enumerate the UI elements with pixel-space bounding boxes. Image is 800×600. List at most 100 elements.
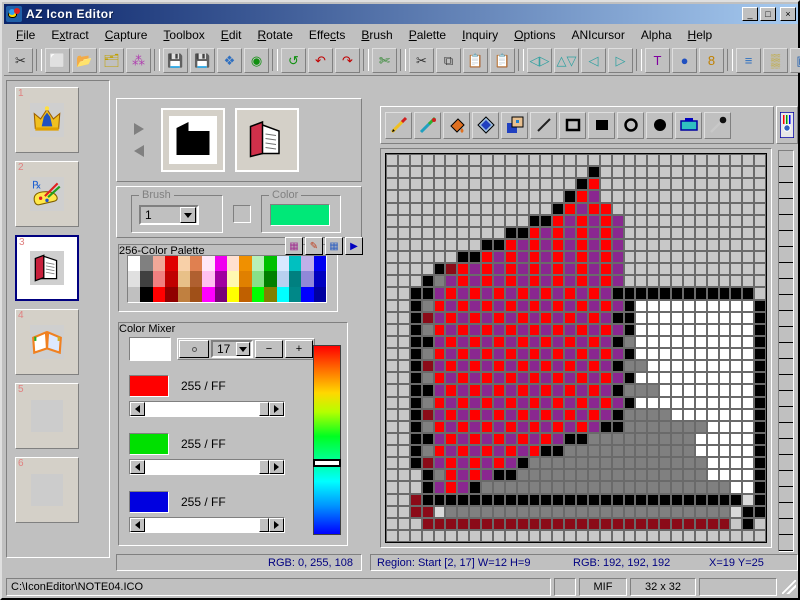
canvas-pixel[interactable]	[742, 517, 755, 530]
canvas-pixel[interactable]	[504, 408, 517, 421]
canvas-pixel[interactable]	[457, 360, 470, 373]
canvas-pixel[interactable]	[587, 469, 600, 482]
canvas-pixel[interactable]	[576, 396, 588, 409]
canvas-pixel[interactable]	[730, 529, 743, 542]
canvas-pixel[interactable]	[481, 408, 493, 421]
canvas-pixel[interactable]	[457, 214, 470, 227]
canvas-pixel[interactable]	[611, 154, 624, 167]
canvas-pixel[interactable]	[433, 311, 446, 324]
canvas-pixel[interactable]	[469, 190, 481, 203]
canvas-pixel[interactable]	[706, 287, 719, 300]
canvas-pixel[interactable]	[730, 493, 743, 506]
canvas-pixel[interactable]	[718, 408, 731, 421]
canvas-pixel[interactable]	[706, 517, 719, 530]
canvas-pixel[interactable]	[540, 178, 553, 191]
canvas-pixel[interactable]	[742, 493, 755, 506]
canvas-pixel[interactable]	[409, 226, 422, 239]
canvas-pixel[interactable]	[635, 469, 648, 482]
canvas-pixel[interactable]	[576, 505, 588, 518]
canvas-pixel[interactable]	[576, 384, 588, 397]
canvas-pixel[interactable]	[718, 178, 731, 191]
canvas-pixel[interactable]	[694, 154, 707, 167]
canvas-pixel[interactable]	[647, 323, 660, 336]
menu-edit[interactable]: Edit	[213, 26, 250, 44]
arrow-right-icon[interactable]	[134, 123, 144, 135]
canvas-pixel[interactable]	[528, 517, 541, 530]
canvas-pixel[interactable]	[457, 238, 470, 251]
canvas-pixel[interactable]	[469, 178, 481, 191]
canvas-pixel[interactable]	[623, 384, 636, 397]
canvas-pixel[interactable]	[754, 251, 766, 264]
canvas-pixel[interactable]	[492, 202, 505, 215]
canvas-pixel[interactable]	[528, 432, 541, 445]
canvas-pixel[interactable]	[504, 481, 517, 494]
canvas-pixel[interactable]	[587, 311, 600, 324]
close-button[interactable]: ×	[780, 7, 796, 21]
canvas-pixel[interactable]	[445, 238, 458, 251]
canvas-pixel[interactable]	[611, 457, 624, 470]
canvas-pixel[interactable]	[540, 408, 553, 421]
canvas-pixel[interactable]	[694, 481, 707, 494]
canvas-pixel[interactable]	[682, 335, 695, 348]
canvas-pixel[interactable]	[659, 263, 671, 276]
canvas-pixel[interactable]	[492, 396, 505, 409]
canvas-pixel[interactable]	[682, 251, 695, 264]
canvas-pixel[interactable]	[754, 348, 766, 361]
canvas-pixel[interactable]	[397, 493, 410, 506]
canvas-pixel[interactable]	[730, 360, 743, 373]
canvas-pixel[interactable]	[718, 190, 731, 203]
canvas-pixel[interactable]	[599, 335, 612, 348]
canvas-pixel[interactable]	[659, 238, 671, 251]
canvas-pixel[interactable]	[386, 287, 398, 300]
canvas-pixel[interactable]	[587, 505, 600, 518]
canvas-pixel[interactable]	[492, 348, 505, 361]
canvas-pixel[interactable]	[742, 348, 755, 361]
canvas-pixel[interactable]	[718, 529, 731, 542]
canvas-pixel[interactable]	[528, 178, 541, 191]
canvas-pixel[interactable]	[742, 190, 755, 203]
undo-button[interactable]: ↶	[308, 47, 333, 73]
canvas-pixel[interactable]	[445, 154, 458, 167]
canvas-pixel[interactable]	[504, 372, 517, 385]
canvas-pixel[interactable]	[587, 251, 600, 264]
canvas-pixel[interactable]	[718, 457, 731, 470]
canvas-pixel[interactable]	[469, 481, 481, 494]
canvas-pixel[interactable]	[528, 166, 541, 179]
canvas-pixel[interactable]	[421, 214, 434, 227]
canvas-pixel[interactable]	[718, 226, 731, 239]
canvas-pixel[interactable]	[682, 529, 695, 542]
palette-swatch[interactable]	[202, 286, 215, 302]
canvas-pixel[interactable]	[564, 299, 576, 312]
canvas-pixel[interactable]	[433, 202, 446, 215]
canvas-pixel[interactable]	[611, 190, 624, 203]
canvas-pixel[interactable]	[516, 263, 529, 276]
canvas-pixel[interactable]	[635, 178, 648, 191]
canvas-pixel[interactable]	[528, 299, 541, 312]
canvas-pixel[interactable]	[540, 311, 553, 324]
canvas-pixel[interactable]	[504, 226, 517, 239]
canvas-pixel[interactable]	[552, 238, 565, 251]
mixer-red-swatch[interactable]	[129, 375, 169, 397]
canvas-pixel[interactable]	[540, 481, 553, 494]
open-library-button[interactable]: 🗂	[99, 47, 124, 73]
canvas-pixel[interactable]	[481, 481, 493, 494]
pencil-tool[interactable]	[385, 111, 412, 139]
canvas-pixel[interactable]	[386, 299, 398, 312]
canvas-pixel[interactable]	[623, 529, 636, 542]
palette-swatch[interactable]	[152, 256, 166, 272]
canvas-pixel[interactable]	[469, 408, 481, 421]
canvas-pixel[interactable]	[694, 384, 707, 397]
canvas-pixel[interactable]	[564, 190, 576, 203]
palette-swatch[interactable]	[214, 256, 227, 272]
hue-spectrum-bar[interactable]	[313, 345, 341, 535]
palette-swatch[interactable]	[313, 271, 326, 287]
canvas-pixel[interactable]	[504, 263, 517, 276]
canvas-pixel[interactable]	[528, 408, 541, 421]
canvas-pixel[interactable]	[421, 287, 434, 300]
canvas-pixel[interactable]	[409, 190, 422, 203]
canvas-pixel[interactable]	[718, 251, 731, 264]
canvas-pixel[interactable]	[552, 202, 565, 215]
canvas-pixel[interactable]	[694, 432, 707, 445]
canvas-pixel[interactable]	[457, 445, 470, 458]
list-button[interactable]: ≡	[736, 47, 761, 73]
